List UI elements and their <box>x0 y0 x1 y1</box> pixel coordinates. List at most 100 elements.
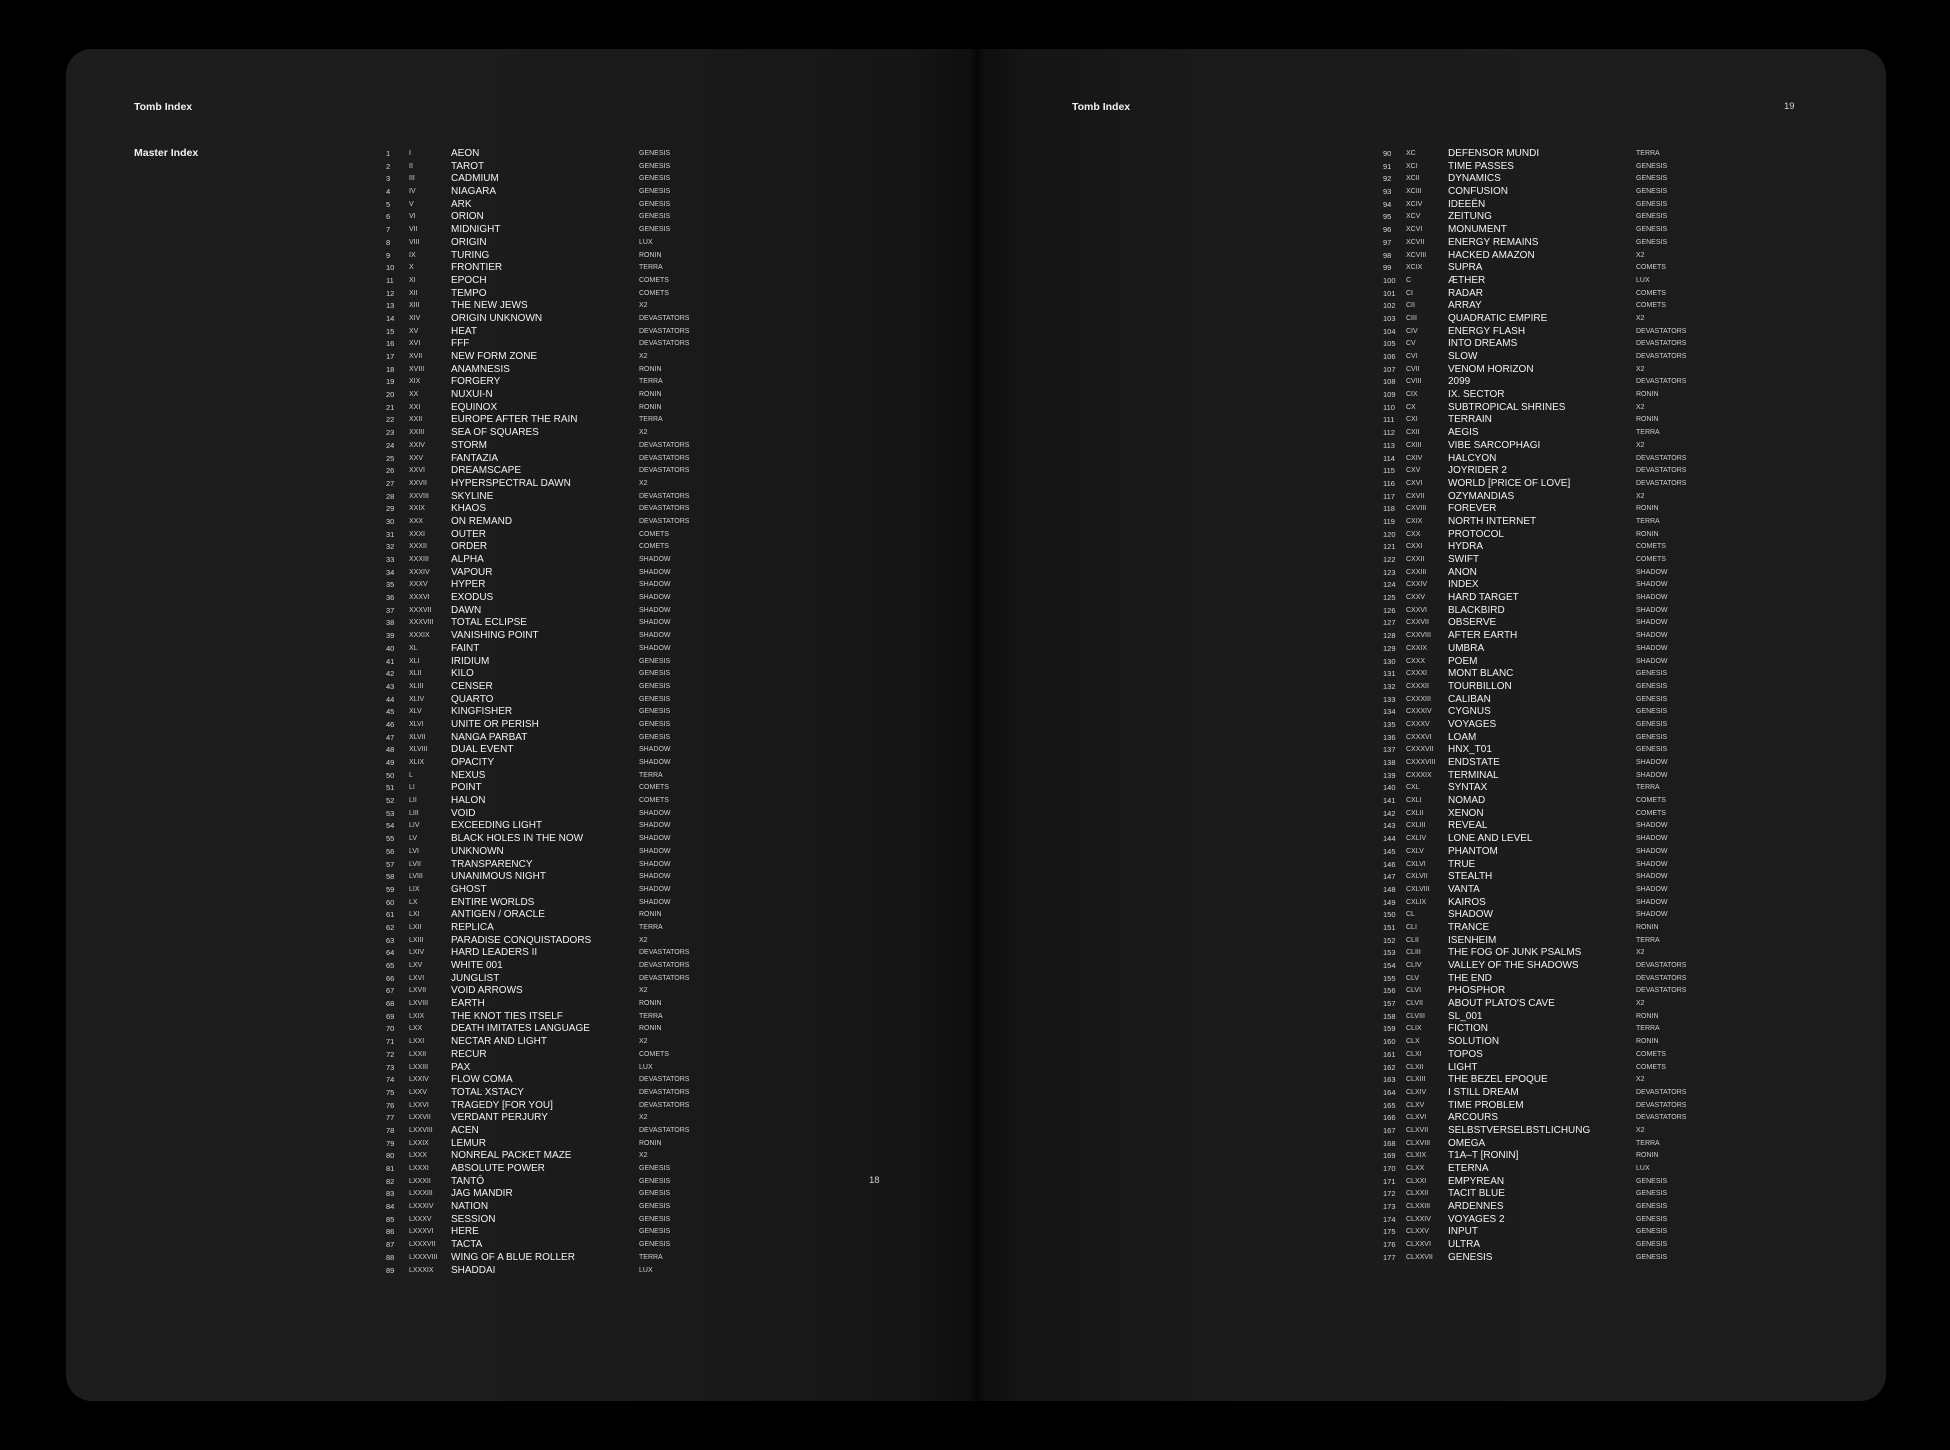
entry-title: STEALTH <box>1448 871 1493 883</box>
entry-roman-numeral: CXXX <box>1406 657 1426 665</box>
entry-collection: SHADOW <box>639 632 671 640</box>
entry-roman-numeral: CLXIV <box>1406 1088 1427 1096</box>
entry-title: KINGFISHER <box>451 706 513 718</box>
entry-title: UMBRA <box>1448 642 1485 654</box>
entry-collection: GENESIS <box>1636 1215 1668 1223</box>
entry-collection: TERRA <box>639 923 663 931</box>
entry-roman-numeral: CXXII <box>1406 556 1425 563</box>
entry-roman-numeral: CLXVIII <box>1406 1139 1431 1147</box>
entry-collection: X2 <box>639 353 648 360</box>
entry-roman-numeral: II <box>409 162 413 170</box>
entry-collection: X2 <box>639 936 648 944</box>
entry-number: 104 <box>1383 326 1396 336</box>
entry-roman-numeral: CLXXVII <box>1406 1253 1433 1261</box>
entry-number: 54 <box>386 821 395 831</box>
entry-title: TURING <box>451 249 490 261</box>
entry-number: 111 <box>1383 415 1395 425</box>
entry-number: 153 <box>1383 948 1396 958</box>
entry-collection: SHADOW <box>1636 873 1668 881</box>
entry-title: HACKED AMAZON <box>1448 249 1535 261</box>
entry-title: OUTER <box>451 528 486 540</box>
page-number: 19 <box>1784 101 1795 112</box>
entry-roman-numeral: LI <box>409 784 415 792</box>
entry-roman-numeral: XCIV <box>1406 200 1423 208</box>
entry-number: 68 <box>386 999 395 1009</box>
entry-roman-numeral: LXXXVI <box>409 1228 434 1236</box>
entry-roman-numeral: XXXVIII <box>409 619 434 627</box>
entry-roman-numeral: CLVIII <box>1406 1012 1425 1020</box>
entry-title: ORDER <box>451 541 488 553</box>
entry-collection: SHADOW <box>639 644 671 652</box>
entry-collection: GENESIS <box>639 188 671 196</box>
entry-number: 64 <box>386 948 395 958</box>
entry-title: SUBTROPICAL SHRINES <box>1448 401 1566 413</box>
entry-number: 38 <box>386 618 395 628</box>
entry-title: UNANIMOUS NIGHT <box>451 871 546 883</box>
entry-collection: SHADOW <box>639 822 671 830</box>
entry-collection: GENESIS <box>639 150 671 157</box>
entry-number: 34 <box>386 567 395 577</box>
entry-collection: X2 <box>639 302 648 310</box>
entry-roman-numeral: XXXVI <box>409 594 430 602</box>
entry-roman-numeral: CXVI <box>1406 479 1423 487</box>
entry-number: 114 <box>1383 453 1395 463</box>
entry-collection: SHADOW <box>1636 619 1668 627</box>
entry-number: 129 <box>1383 643 1396 653</box>
entry-number: 60 <box>386 897 395 907</box>
entry-number: 156 <box>1383 986 1396 996</box>
entry-roman-numeral: CI <box>1406 289 1413 297</box>
entry-roman-numeral: CXL <box>1406 784 1420 792</box>
entry-number: 155 <box>1383 973 1396 983</box>
entry-title: TOPOS <box>1448 1048 1483 1060</box>
entry-title: BLACKBIRD <box>1448 604 1505 616</box>
right-page: Tomb Index 90 XC DEFENSOR MUNDI TERRA 91 XCI T… <box>977 49 1886 1401</box>
entry-collection: RONIN <box>639 391 662 399</box>
entry-number: 87 <box>386 1240 395 1250</box>
entry-title: INPUT <box>1448 1226 1478 1238</box>
entry-number: 74 <box>386 1075 395 1085</box>
entry-number: 59 <box>386 884 395 894</box>
entry-roman-numeral: CXXXVI <box>1406 733 1432 741</box>
entry-collection: SHADOW <box>1636 822 1668 830</box>
entry-roman-numeral: XCI <box>1406 162 1418 170</box>
entry-collection: GENESIS <box>1636 1228 1668 1236</box>
entry-collection: SHADOW <box>639 568 671 576</box>
entry-collection: DEVASTATORS <box>639 454 690 462</box>
entry-title: DEFENSOR MUNDI <box>1448 148 1540 159</box>
entry-number: 103 <box>1383 313 1396 323</box>
entry-roman-numeral: CXXVII <box>1406 619 1429 627</box>
entry-number: 159 <box>1383 1024 1396 1034</box>
entry-title: HALON <box>451 795 486 807</box>
entry-number: 56 <box>386 846 395 856</box>
entry-title: ON REMAND <box>451 515 513 527</box>
entry-collection: GENESIS <box>639 226 671 234</box>
entry-collection: RONIN <box>639 365 662 373</box>
entry-number: 126 <box>1383 605 1396 615</box>
entry-title: VANISHING POINT <box>451 630 539 642</box>
entry-collection: DEVASTATORS <box>1636 962 1687 969</box>
entry-collection: COMETS <box>1636 809 1666 817</box>
entry-number: 19 <box>386 377 395 387</box>
entry-title: VOID <box>451 807 476 819</box>
entry-title: TEMPO <box>451 287 487 299</box>
entry-roman-numeral: CIV <box>1406 327 1418 335</box>
entry-number: 91 <box>1383 161 1392 171</box>
entry-number: 90 <box>1383 149 1392 158</box>
entry-title: ANON <box>1448 566 1477 578</box>
entry-number: 86 <box>386 1227 395 1237</box>
entry-roman-numeral: XXXIX <box>409 632 430 640</box>
entry-title: JOYRIDER 2 <box>1448 465 1507 477</box>
entry-collection: COMETS <box>639 543 669 551</box>
entry-title: QUARTO <box>451 693 494 705</box>
entry-collection: SHADOW <box>639 873 671 881</box>
entry-collection: SHADOW <box>1636 885 1668 893</box>
entry-roman-numeral: CXLVII <box>1406 873 1428 881</box>
entry-roman-numeral: LXXVII <box>409 1114 431 1122</box>
entry-title: NATION <box>451 1201 489 1213</box>
entry-collection: RONIN <box>1636 1152 1659 1160</box>
entry-collection: X2 <box>639 1114 648 1122</box>
entry-roman-numeral: XXXV <box>409 581 428 589</box>
entry-number: 134 <box>1383 707 1396 717</box>
entry-roman-numeral: XXIX <box>409 505 425 513</box>
entry-collection: DEVASTATORS <box>1636 1114 1687 1122</box>
